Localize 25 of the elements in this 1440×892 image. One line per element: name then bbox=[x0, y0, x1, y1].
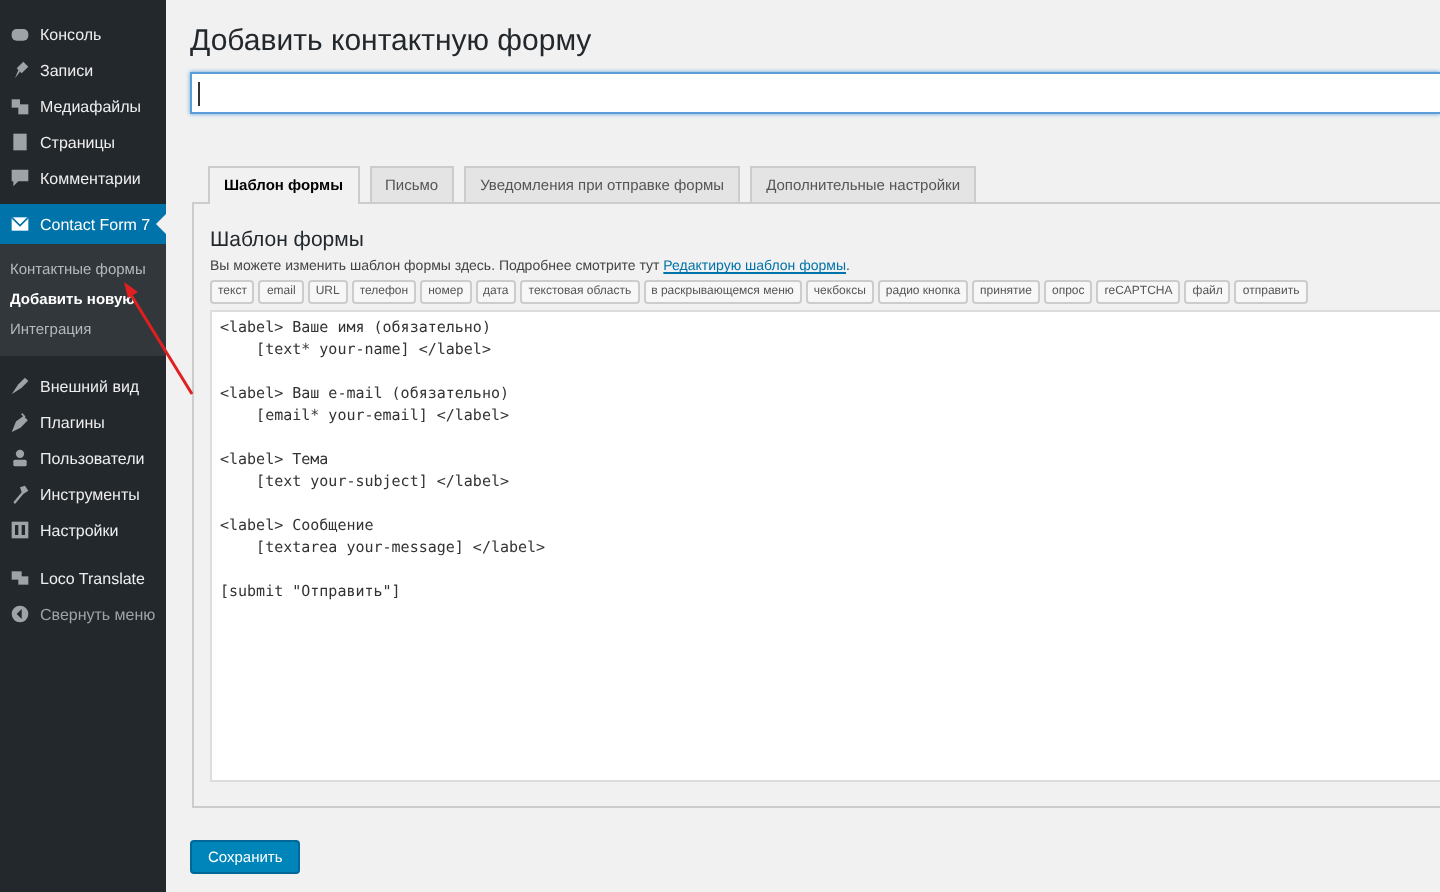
menu-icon bbox=[10, 484, 30, 504]
sidebar-item[interactable]: Настройки bbox=[0, 512, 166, 548]
menu-icon bbox=[10, 412, 30, 432]
sidebar-item[interactable]: Консоль bbox=[0, 16, 166, 52]
menu-icon bbox=[10, 376, 30, 396]
menu-icon bbox=[10, 568, 30, 588]
sidebar-item[interactable]: Записи bbox=[0, 52, 166, 88]
menu-icon bbox=[10, 604, 30, 624]
sidebar-item[interactable]: Плагины bbox=[0, 404, 166, 440]
sidebar-item[interactable]: Медиафайлы bbox=[0, 88, 166, 124]
menu-icon bbox=[10, 448, 30, 468]
panel-heading: Шаблон формы bbox=[210, 228, 366, 252]
sidebar-item[interactable]: Страницы bbox=[0, 124, 166, 160]
menu-icon bbox=[10, 96, 30, 116]
sidebar-item[interactable]: Contact Form 7 bbox=[0, 204, 166, 244]
page-title: Добавить контактную форму bbox=[190, 24, 594, 58]
sidebar-item[interactable]: Инструменты bbox=[0, 476, 166, 512]
sidebar-item[interactable]: Свернуть меню bbox=[0, 596, 166, 632]
menu-icon bbox=[10, 214, 30, 234]
sidebar-item[interactable]: Пользователи bbox=[0, 440, 166, 476]
sidebar-item[interactable]: Внешний вид bbox=[0, 368, 166, 404]
title-input-field[interactable] bbox=[190, 72, 1440, 114]
sidebar-item[interactable]: Loco Translate bbox=[0, 560, 166, 596]
menu-icon bbox=[10, 520, 30, 540]
sidebar-item[interactable]: Комментарии bbox=[0, 160, 166, 196]
